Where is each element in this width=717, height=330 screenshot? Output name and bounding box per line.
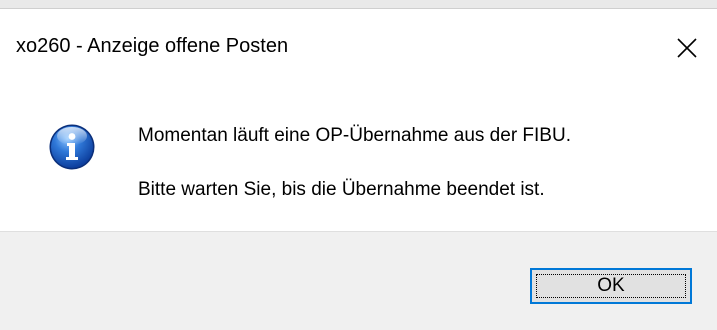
- message-dialog: xo260 - Anzeige offene Posten Momentan l…: [0, 8, 717, 330]
- message-area: Momentan läuft eine OP-Übernahme aus der…: [0, 83, 717, 231]
- message-line-1: Momentan läuft eine OP-Übernahme aus der…: [138, 125, 571, 146]
- window-title: xo260 - Anzeige offene Posten: [16, 35, 289, 57]
- ok-button-label: OK: [597, 275, 625, 296]
- close-icon: [677, 38, 697, 58]
- close-button[interactable]: [664, 25, 710, 71]
- ok-button[interactable]: OK: [530, 268, 692, 304]
- title-bar[interactable]: xo260 - Anzeige offene Posten: [0, 9, 717, 83]
- screen: xo260 - Anzeige offene Posten Momentan l…: [0, 0, 717, 330]
- info-icon: [49, 124, 95, 170]
- message-line-2: Bitte warten Sie, bis die Übernahme been…: [138, 179, 545, 200]
- button-bar: OK: [0, 231, 717, 330]
